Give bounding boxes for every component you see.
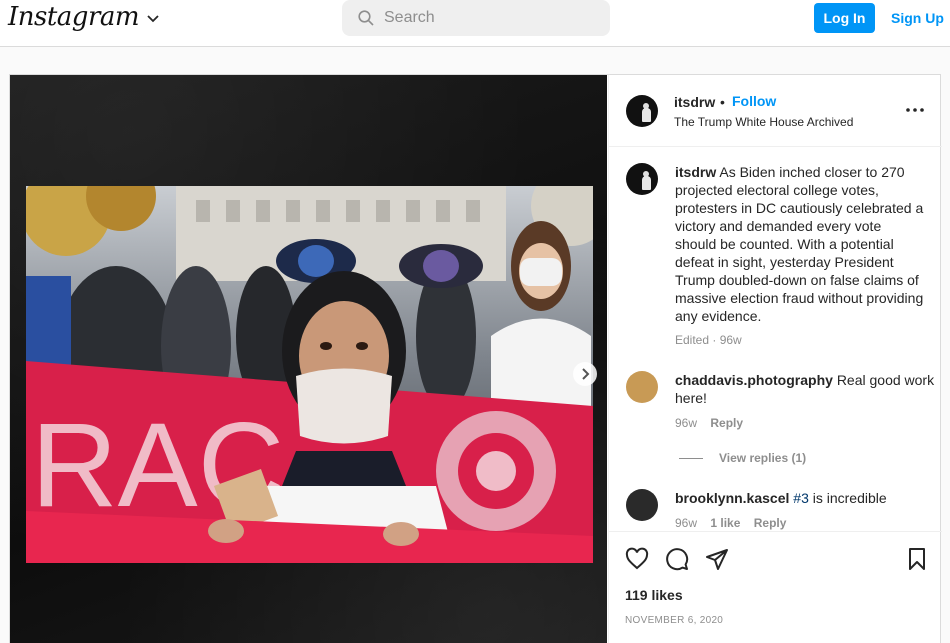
comment-time: 96w [675, 416, 698, 430]
chevron-down-icon[interactable] [147, 15, 159, 23]
caption-username[interactable]: itsdrw [675, 164, 716, 180]
share-icon[interactable] [705, 547, 729, 571]
caption-avatar[interactable] [626, 163, 658, 195]
comments-section: itsdrw As Biden inched closer to 270 pro… [609, 148, 942, 532]
search-icon [358, 10, 374, 26]
view-replies-label: View replies (1) [719, 451, 807, 465]
comment-username[interactable]: chaddavis.photography [675, 372, 833, 388]
comment-icon[interactable] [665, 547, 689, 571]
author-avatar[interactable] [626, 95, 658, 127]
comment-time: 96w [675, 516, 698, 530]
search-box[interactable] [342, 0, 610, 36]
more-icon[interactable] [905, 100, 925, 120]
post-photo[interactable]: RAC [26, 186, 593, 563]
comment-likes[interactable]: 1 like [710, 516, 740, 530]
comment-body: is incredible [812, 490, 887, 506]
caption-text: itsdrw As Biden inched closer to 270 pro… [675, 163, 925, 325]
comment-username[interactable]: brooklynn.kascel [675, 490, 789, 506]
comment-avatar[interactable] [626, 371, 658, 403]
reply-button[interactable]: Reply [754, 516, 787, 530]
author-username[interactable]: itsdrw [674, 94, 715, 110]
post-date[interactable]: NOVEMBER 6, 2020 [625, 615, 723, 626]
instagram-logo[interactable]: Instagram [8, 2, 159, 32]
protest-photo-image: RAC [26, 186, 593, 563]
post-header: itsdrw • Follow The Trump White House Ar… [609, 75, 942, 147]
bookmark-icon[interactable] [905, 547, 929, 571]
post-media: RAC [10, 75, 607, 643]
comment-text: brooklynn.kascel #3 is incredible [675, 489, 935, 507]
caption-body: As Biden inched closer to 270 projected … [675, 164, 924, 324]
heart-icon[interactable] [625, 547, 649, 571]
separator-dot: • [720, 94, 725, 110]
hashtag-link[interactable]: #3 [793, 490, 809, 506]
logo-wordmark: Instagram [8, 2, 140, 32]
likes-count[interactable]: 119 likes [625, 587, 683, 603]
post-actions [609, 533, 942, 583]
comment-meta: 96w 1 like Reply [675, 516, 786, 530]
post-card: RAC itsdrw • Follow The Trump White Hous… [9, 74, 942, 643]
search-input[interactable] [384, 9, 584, 27]
comment-avatar[interactable] [626, 489, 658, 521]
next-arrow-icon [582, 368, 590, 380]
comment-meta: 96w Reply [675, 416, 743, 430]
comment-text: chaddavis.photography Real good work her… [675, 371, 935, 407]
reply-button[interactable]: Reply [710, 416, 743, 430]
top-nav: Instagram Log In Sign Up [0, 0, 950, 47]
view-replies-button[interactable]: View replies (1) [679, 451, 806, 465]
post-location[interactable]: The Trump White House Archived [674, 115, 853, 129]
follow-button[interactable]: Follow [732, 93, 776, 109]
login-button[interactable]: Log In [814, 3, 875, 33]
signup-link[interactable]: Sign Up [891, 10, 944, 26]
next-image-button[interactable] [573, 362, 597, 386]
post-sidebar: itsdrw • Follow The Trump White House Ar… [608, 75, 942, 643]
caption-edited: Edited · 96w [675, 333, 742, 347]
